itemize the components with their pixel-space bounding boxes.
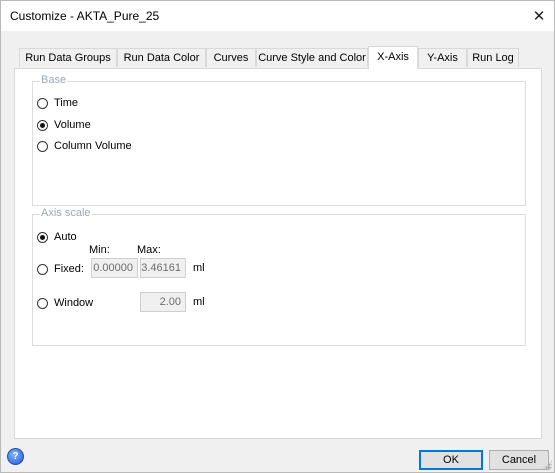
- fixed-radio-circle[interactable]: [37, 263, 48, 275]
- cancel-button[interactable]: Cancel: [489, 450, 549, 470]
- tab-label: Run Log: [472, 52, 514, 64]
- auto-radio[interactable]: Auto: [37, 231, 77, 243]
- window-value-input[interactable]: 2.00: [140, 292, 186, 312]
- dialog-footer: ? OK Cancel: [1, 446, 554, 472]
- window-radio-label: Window: [54, 297, 94, 309]
- auto-radio-circle[interactable]: [37, 231, 48, 243]
- tab-label: X-Axis: [377, 51, 409, 63]
- axis-scale-group: Axis scale Auto Min: Max: Fixed: 0.00000…: [32, 207, 526, 346]
- column-volume-radio[interactable]: Column Volume: [37, 140, 132, 152]
- x-axis-tab-panel: Base Time Volume Column Volume Axis scal…: [14, 68, 542, 439]
- fixed-unit-label: ml: [193, 262, 205, 274]
- tab-curves[interactable]: Curves: [206, 48, 256, 67]
- tab-label: Curves: [213, 52, 249, 64]
- tab-label: Y-Axis: [427, 52, 458, 64]
- fixed-radio[interactable]: Fixed:: [37, 263, 84, 275]
- volume-radio-circle[interactable]: [37, 119, 48, 131]
- close-icon: ✕: [532, 8, 546, 25]
- time-radio-label: Time: [54, 97, 79, 109]
- max-label: Max:: [137, 244, 161, 256]
- min-label: Min:: [89, 244, 110, 256]
- column-volume-radio-label: Column Volume: [54, 140, 132, 152]
- fixed-radio-label: Fixed:: [54, 263, 84, 275]
- window-title: Customize - AKTA_Pure_25: [10, 9, 160, 23]
- title-bar: Customize - AKTA_Pure_25 ✕: [1, 1, 554, 31]
- window-radio[interactable]: Window: [37, 297, 93, 309]
- close-button[interactable]: ✕: [524, 1, 554, 31]
- tab-label: Curve Style and Color: [258, 52, 366, 64]
- tab-y-axis[interactable]: Y-Axis: [418, 48, 467, 67]
- tab-run-log[interactable]: Run Log: [467, 48, 519, 67]
- time-radio[interactable]: Time: [37, 97, 78, 109]
- ok-button[interactable]: OK: [419, 450, 483, 470]
- tab-x-axis[interactable]: X-Axis: [368, 46, 418, 69]
- volume-radio-label: Volume: [54, 119, 91, 131]
- tab-label: Run Data Color: [123, 52, 200, 64]
- window-unit-label: ml: [193, 296, 205, 308]
- tab-label: Run Data Groups: [25, 52, 111, 64]
- volume-radio[interactable]: Volume: [37, 119, 91, 131]
- axis-scale-group-legend: Axis scale: [40, 207, 92, 219]
- fixed-max-input[interactable]: 3.46161: [140, 258, 186, 278]
- time-radio-circle[interactable]: [37, 97, 48, 109]
- help-icon[interactable]: ?: [7, 448, 24, 465]
- customize-dialog: Customize - AKTA_Pure_25 ✕ Run Data Grou…: [0, 0, 555, 473]
- base-group-legend: Base: [40, 74, 68, 86]
- window-radio-circle[interactable]: [37, 297, 48, 309]
- base-group: Base Time Volume Column Volume: [32, 74, 526, 206]
- tab-curve-style-and-color[interactable]: Curve Style and Color: [256, 48, 368, 67]
- fixed-min-input[interactable]: 0.00000: [91, 258, 138, 278]
- tab-run-data-color[interactable]: Run Data Color: [117, 48, 206, 67]
- tab-run-data-groups[interactable]: Run Data Groups: [19, 48, 117, 67]
- column-volume-radio-circle[interactable]: [37, 140, 48, 152]
- auto-radio-label: Auto: [54, 231, 77, 243]
